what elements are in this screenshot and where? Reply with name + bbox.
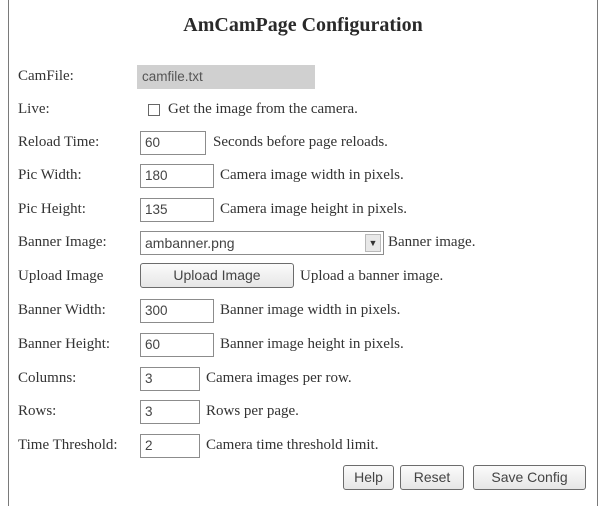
banner-image-value: ambanner.png [145, 235, 235, 251]
banner-height-desc: Banner image height in pixels. [220, 336, 404, 352]
live-checkbox-label: Get the image from the camera. [168, 101, 358, 117]
pic-width-input[interactable]: 180 [140, 164, 214, 188]
banner-image-desc: Banner image. [388, 234, 476, 250]
help-button[interactable]: Help [343, 465, 394, 490]
upload-image-label: Upload Image [18, 268, 104, 284]
pic-width-label: Pic Width: [18, 167, 82, 183]
banner-width-input[interactable]: 300 [140, 299, 214, 323]
camfile-field: camfile.txt [137, 65, 315, 89]
page-title: AmCamPage Configuration [183, 14, 423, 36]
camfile-label: CamFile: [18, 68, 74, 84]
banner-height-input[interactable]: 60 [140, 333, 214, 357]
pic-width-desc: Camera image width in pixels. [220, 167, 404, 183]
save-config-button[interactable]: Save Config [473, 465, 586, 490]
time-threshold-input[interactable]: 2 [140, 434, 200, 458]
pic-height-desc: Camera image height in pixels. [220, 201, 408, 217]
banner-width-desc: Banner image width in pixels. [220, 302, 401, 318]
banner-width-label: Banner Width: [18, 302, 106, 318]
reload-time-input[interactable]: 60 [140, 131, 206, 155]
time-threshold-label: Time Threshold: [18, 437, 118, 453]
pic-height-label: Pic Height: [18, 201, 86, 217]
banner-image-label: Banner Image: [18, 234, 107, 250]
reload-time-desc: Seconds before page reloads. [213, 134, 388, 150]
columns-input[interactable]: 3 [140, 367, 200, 391]
reset-button[interactable]: Reset [400, 465, 464, 490]
pic-height-input[interactable]: 135 [140, 198, 214, 222]
rows-label: Rows: [18, 403, 57, 419]
rows-input[interactable]: 3 [140, 400, 200, 424]
columns-label: Columns: [18, 370, 77, 386]
rows-desc: Rows per page. [206, 403, 299, 419]
time-threshold-desc: Camera time threshold limit. [206, 437, 379, 453]
live-checkbox[interactable] [148, 104, 160, 116]
banner-height-label: Banner Height: [18, 336, 111, 352]
live-label: Live: [18, 101, 50, 117]
reload-time-label: Reload Time: [18, 134, 100, 150]
banner-image-select[interactable]: ambanner.png ▼ [140, 231, 384, 255]
chevron-down-icon[interactable]: ▼ [365, 234, 381, 252]
columns-desc: Camera images per row. [206, 370, 352, 386]
upload-image-desc: Upload a banner image. [300, 268, 444, 284]
upload-image-button[interactable]: Upload Image [140, 263, 294, 288]
